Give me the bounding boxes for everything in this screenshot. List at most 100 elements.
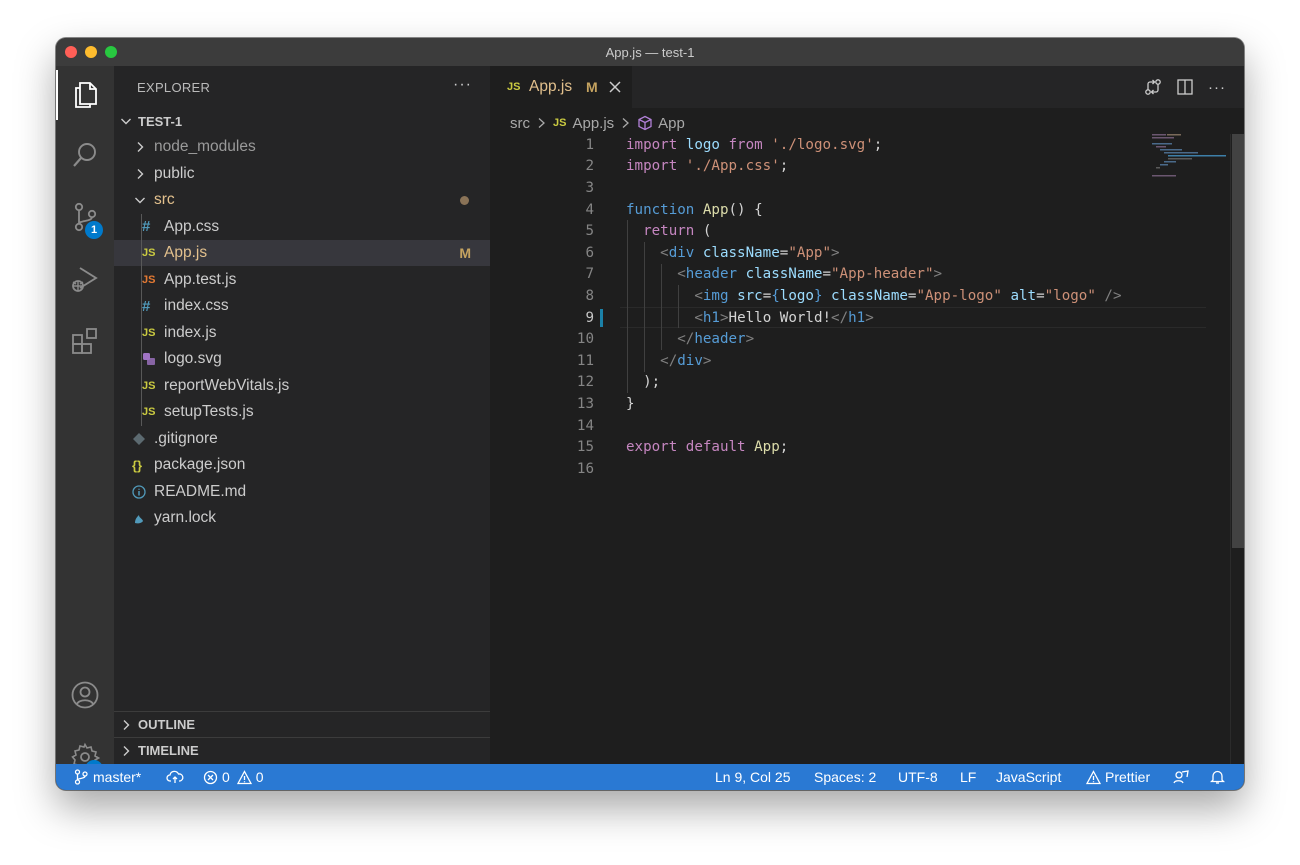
line-number: 5 — [585, 223, 594, 240]
chevron-down-icon — [135, 197, 145, 204]
indent-guide — [678, 306, 680, 329]
breadcrumb-folder[interactable]: src — [510, 115, 530, 132]
breadcrumb-symbol[interactable]: App — [658, 115, 685, 132]
chevron-right-icon — [123, 745, 130, 756]
workspace-root[interactable]: TEST-1 — [114, 108, 490, 134]
error-icon — [203, 770, 218, 784]
indentation-status[interactable]: Spaces: 2 — [814, 764, 876, 790]
code-line: 5 return ( — [490, 220, 1230, 242]
folder-item[interactable]: src — [114, 187, 490, 213]
code-line: 10 </header> — [490, 328, 1230, 350]
close-window-button[interactable] — [65, 46, 77, 58]
file-item[interactable]: .gitignore — [114, 426, 490, 452]
window-title: App.js — test-1 — [605, 44, 695, 60]
file-item[interactable]: logo.svg — [114, 346, 490, 372]
tree-item-label: index.js — [164, 323, 217, 341]
file-item[interactable]: yarn.lock — [114, 505, 490, 531]
tree-item-label: src — [154, 191, 175, 208]
minimap[interactable] — [1152, 134, 1232, 194]
git-change-gutter-mark — [600, 308, 603, 327]
svg-file-icon — [142, 352, 156, 366]
more-editor-actions-icon[interactable]: ··· — [1208, 79, 1226, 96]
prettier-status[interactable]: Prettier — [1086, 764, 1150, 790]
notifications-status[interactable] — [1210, 764, 1225, 790]
account-activity[interactable] — [56, 670, 114, 720]
editor-scrollbar[interactable] — [1230, 134, 1244, 764]
line-source: <h1>Hello World!</h1> — [694, 309, 874, 326]
tree-item-label: logo.svg — [164, 350, 222, 367]
code-line: 11 </div> — [490, 350, 1230, 372]
sync-status[interactable] — [166, 764, 184, 790]
line-source: function App() { — [626, 201, 763, 218]
file-item[interactable]: JS setupTests.js — [114, 399, 490, 425]
scrollbar-thumb[interactable] — [1232, 134, 1244, 548]
close-icon[interactable] — [608, 80, 622, 94]
file-item[interactable]: JS App.js M — [114, 240, 490, 266]
encoding-status[interactable]: UTF-8 — [898, 764, 938, 790]
line-source: import logo from './logo.svg'; — [626, 136, 883, 153]
activity-bar: 1 — [56, 66, 114, 778]
timeline-section[interactable]: TIMELINE — [114, 737, 490, 763]
eol-status[interactable]: LF — [960, 764, 976, 790]
feedback-icon — [1173, 770, 1189, 784]
more-actions-button[interactable]: ··· — [453, 76, 472, 94]
line-source: import './App.css'; — [626, 158, 789, 175]
indent-guide — [661, 263, 663, 286]
folder-item[interactable]: node_modules — [114, 134, 490, 160]
line-number: 11 — [576, 352, 594, 369]
extensions-activity[interactable] — [56, 316, 114, 366]
run-debug-icon — [72, 267, 98, 292]
indent-guide — [627, 350, 628, 372]
workspace-root-label: TEST-1 — [138, 113, 183, 129]
search-activity[interactable] — [56, 130, 114, 180]
tab-app-js[interactable]: JS App.js M — [490, 66, 632, 108]
line-number: 9 — [585, 309, 594, 326]
account-icon — [71, 681, 99, 709]
source-control-badge: 1 — [85, 221, 103, 239]
git-modified-badge: M — [459, 245, 471, 261]
minimize-window-button[interactable] — [85, 46, 97, 58]
git-branch-icon — [74, 769, 88, 785]
file-item[interactable]: # index.css — [114, 293, 490, 319]
code-editor[interactable]: 1 import logo from './logo.svg'; 2 import '… — [490, 134, 1230, 754]
breadcrumb-file[interactable]: App.js — [572, 115, 614, 132]
branch-status[interactable]: master* — [74, 764, 141, 790]
file-item[interactable]: JS index.js — [114, 320, 490, 346]
git-file-icon — [132, 432, 146, 446]
explorer-activity[interactable] — [56, 70, 114, 120]
line-number: 14 — [576, 417, 594, 434]
code-line: 4 function App() { — [490, 199, 1230, 221]
folder-item[interactable]: public — [114, 161, 490, 187]
tree-item-label: App.test.js — [164, 270, 237, 288]
source-control-activity[interactable]: 1 — [56, 192, 114, 242]
open-changes-icon[interactable] — [1144, 78, 1162, 96]
code-line: 1 import logo from './logo.svg'; — [490, 134, 1230, 156]
warning-count: 0 — [255, 769, 264, 785]
file-item[interactable]: # App.css — [114, 214, 490, 240]
tree-item-label: reportWebVitals.js — [164, 376, 290, 394]
line-source: </div> — [660, 352, 712, 369]
warning-icon — [1086, 769, 1101, 784]
cursor-position-status[interactable]: Ln 9, Col 25 — [715, 764, 791, 790]
tree-item-label: node_modules — [154, 138, 256, 155]
indent-guide — [627, 328, 628, 350]
chevron-right-icon — [537, 117, 546, 129]
language-status[interactable]: JavaScript — [996, 764, 1061, 790]
maximize-window-button[interactable] — [105, 46, 117, 58]
split-editor-icon[interactable] — [1176, 78, 1194, 96]
feedback-status[interactable] — [1173, 764, 1189, 790]
run-debug-activity[interactable] — [56, 254, 114, 304]
outline-section[interactable]: OUTLINE — [114, 711, 490, 737]
code-line: 2 import './App.css'; — [490, 156, 1230, 178]
chevron-right-icon — [123, 719, 130, 730]
indent-guide — [644, 328, 646, 350]
css-file-icon: # — [142, 218, 151, 235]
file-item[interactable]: README.md — [114, 479, 490, 505]
file-item[interactable]: JS App.test.js — [114, 267, 490, 293]
yarn-file-icon — [132, 511, 146, 525]
file-item[interactable]: JS reportWebVitals.js — [114, 373, 490, 399]
search-icon — [73, 143, 96, 167]
indent-guide — [644, 350, 646, 372]
problems-status[interactable]: 0 0 — [203, 764, 264, 790]
file-item[interactable]: {} package.json — [114, 452, 490, 478]
